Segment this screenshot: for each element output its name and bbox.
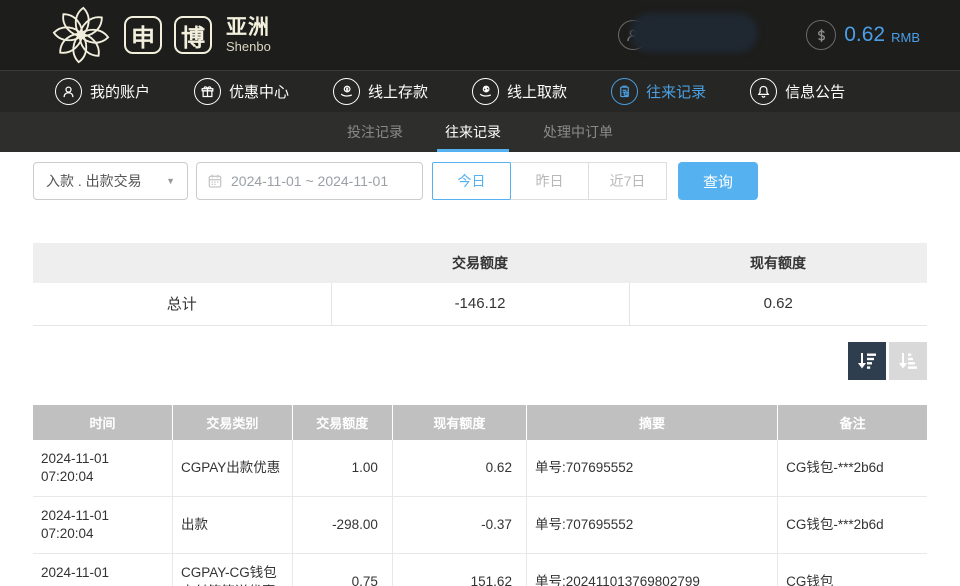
nav-label: 我的账户: [90, 81, 150, 102]
cell-time: 2024-11-01 07:20:04: [33, 440, 172, 497]
nav-label: 信息公告: [785, 81, 845, 102]
nav-item-my-account[interactable]: 我的账户: [55, 78, 150, 105]
filter-row: 入款 . 出款交易 ▼ 2024-11-01 ~ 2024-11-01 今日 昨…: [33, 162, 927, 200]
sort-controls: [33, 342, 927, 380]
sub-nav: 投注记录 往来记录 处理中订单: [0, 112, 960, 152]
balance-amount: 0.62: [844, 23, 885, 47]
top-header: 申 博 亚洲 Shenbo 0.62 RMB: [0, 0, 960, 70]
col-amount: 交易额度: [292, 405, 392, 440]
cell-type: CGPAY出款优惠: [172, 440, 292, 497]
cell-balance: 0.62: [392, 440, 526, 497]
cell-amount: 0.75: [292, 554, 392, 586]
table-row: 2024-11-01 07:05:31 CGPAY-CG钱包支付笔笔送优惠 0.…: [33, 554, 927, 586]
chevron-down-icon: ▼: [166, 176, 175, 186]
cell-type: CGPAY-CG钱包支付笔笔送优惠: [172, 554, 292, 586]
nav-label: 往来记录: [646, 81, 706, 102]
balance-currency: RMB: [891, 26, 920, 45]
withdraw-hand-coin-icon: [472, 78, 499, 105]
brand-logo[interactable]: 申 博 亚洲 Shenbo: [50, 4, 271, 66]
cell-summary: 单号:707695552: [526, 496, 777, 553]
redaction-blur: [630, 13, 758, 53]
nav-label: 线上取款: [507, 81, 567, 102]
search-button[interactable]: 查询: [678, 162, 758, 200]
flower-logo-icon: [50, 4, 112, 66]
date-range-picker[interactable]: 2024-11-01 ~ 2024-11-01: [196, 162, 423, 200]
main-nav: 我的账户 优惠中心 线上存款 线上取款: [0, 70, 960, 112]
last-7-days-button[interactable]: 近7日: [588, 162, 667, 200]
nav-item-promotions[interactable]: 优惠中心: [194, 78, 289, 105]
col-note: 备注: [778, 405, 927, 440]
nav-item-withdraw[interactable]: 线上取款: [472, 78, 567, 105]
transactions-table: 时间 交易类别 交易额度 现有额度 摘要 备注 2024-11-01 07:20…: [33, 405, 927, 586]
cell-type: 出款: [172, 496, 292, 553]
summary-total-label: 总计: [33, 283, 331, 325]
col-type: 交易类别: [172, 405, 292, 440]
col-balance: 现有额度: [392, 405, 526, 440]
user-account-chip[interactable]: [618, 19, 768, 51]
cell-note: CG钱包-***2b6d: [778, 496, 927, 553]
sort-descending-icon: [855, 349, 879, 373]
sort-ascending-icon: [896, 349, 920, 373]
cell-balance: 151.62: [392, 554, 526, 586]
today-button[interactable]: 今日: [432, 162, 511, 200]
logo-char-box: 博: [174, 16, 212, 54]
deposit-hand-coin-icon: [333, 78, 360, 105]
quick-date-buttons: 今日 昨日 近7日: [432, 162, 667, 200]
tab-pending-orders[interactable]: 处理中订单: [539, 112, 617, 152]
summary-table: 交易额度 现有额度 总计 -146.12 0.62: [33, 243, 927, 326]
col-time: 时间: [33, 405, 172, 440]
cell-time: 2024-11-01 07:05:31: [33, 554, 172, 586]
date-range-value: 2024-11-01 ~ 2024-11-01: [231, 173, 388, 189]
calendar-icon: [207, 173, 223, 189]
cell-summary: 单号:202411013769802799: [526, 554, 777, 586]
col-summary: 摘要: [526, 405, 777, 440]
nav-label: 线上存款: [368, 81, 428, 102]
nav-item-announcements[interactable]: 信息公告: [750, 78, 845, 105]
summary-transaction-amount: -146.12: [331, 283, 629, 325]
transaction-type-value: 入款 . 出款交易: [46, 171, 142, 191]
summary-header-empty: [33, 243, 331, 283]
nav-item-deposit[interactable]: 线上存款: [333, 78, 428, 105]
sort-descending-button[interactable]: [848, 342, 886, 380]
yesterday-button[interactable]: 昨日: [510, 162, 589, 200]
logo-subtitle: Shenbo: [226, 40, 271, 53]
cell-amount: -298.00: [292, 496, 392, 553]
summary-current-balance: 0.62: [629, 283, 927, 325]
nav-label: 优惠中心: [229, 81, 289, 102]
table-row: 2024-11-01 07:20:04 出款 -298.00 -0.37 单号:…: [33, 496, 927, 553]
logo-region-text: 亚洲: [226, 17, 271, 38]
sort-ascending-button[interactable]: [889, 342, 927, 380]
cell-time: 2024-11-01 07:20:04: [33, 496, 172, 553]
table-header-row: 时间 交易类别 交易额度 现有额度 摘要 备注: [33, 405, 927, 440]
table-row: 2024-11-01 07:20:04 CGPAY出款优惠 1.00 0.62 …: [33, 440, 927, 497]
summary-header-current-balance: 现有额度: [629, 243, 927, 283]
tab-transaction-records[interactable]: 往来记录: [441, 112, 505, 152]
logo-wordmark: 亚洲 Shenbo: [226, 17, 271, 53]
bell-icon: [750, 78, 777, 105]
summary-header-transaction-amount: 交易额度: [331, 243, 629, 283]
dollar-circle-icon: [806, 20, 836, 50]
summary-total-row: 总计 -146.12 0.62: [33, 283, 927, 325]
logo-char-box: 申: [124, 16, 162, 54]
transaction-type-select[interactable]: 入款 . 出款交易 ▼: [33, 162, 188, 200]
balance-display[interactable]: 0.62 RMB: [806, 20, 920, 50]
cell-amount: 1.00: [292, 440, 392, 497]
user-icon: [55, 78, 82, 105]
cell-note: CG钱包: [778, 554, 927, 586]
cell-balance: -0.37: [392, 496, 526, 553]
cell-summary: 单号:707695552: [526, 440, 777, 497]
gift-icon: [194, 78, 221, 105]
tab-betting-records[interactable]: 投注记录: [343, 112, 407, 152]
cell-note: CG钱包-***2b6d: [778, 440, 927, 497]
nav-item-transaction-records[interactable]: 往来记录: [611, 78, 706, 105]
records-clipboard-icon: [611, 78, 638, 105]
